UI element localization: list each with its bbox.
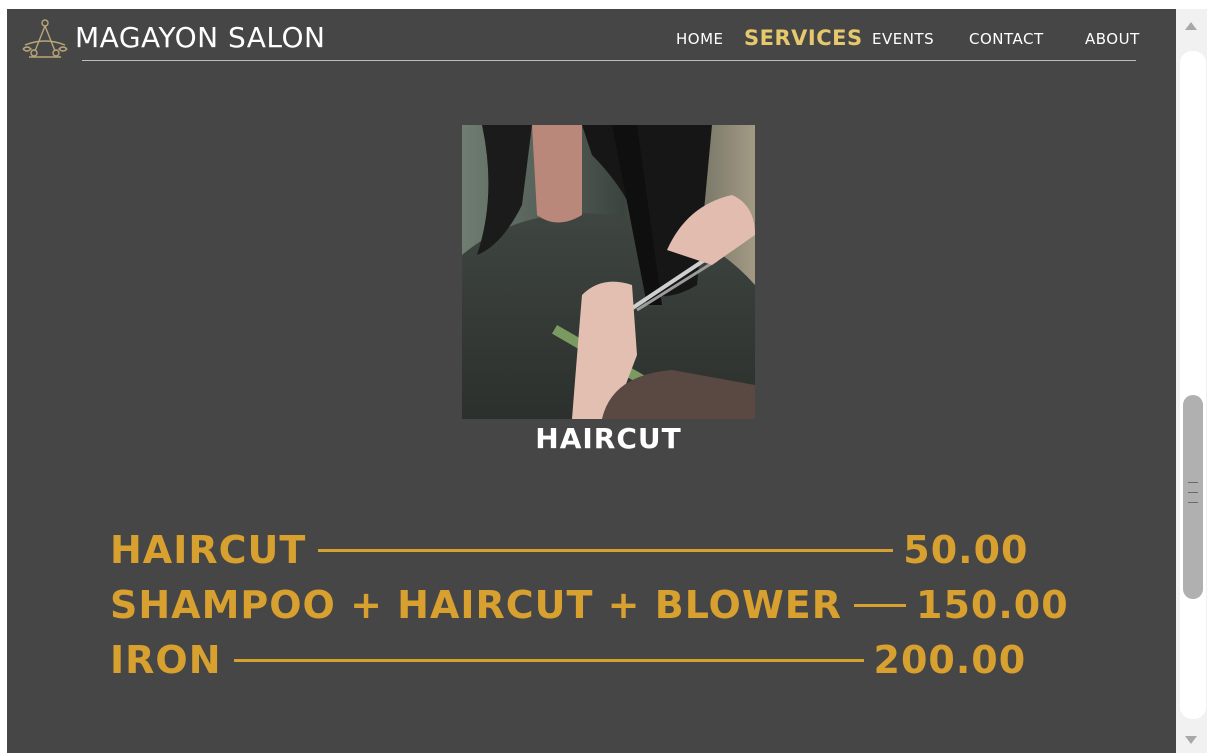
- price-row-iron: IRON 200.00: [110, 633, 1069, 688]
- scroll-down-arrow-icon[interactable]: [1185, 736, 1197, 744]
- grip-line: [1188, 482, 1198, 483]
- price-list: HAIRCUT 50.00 SHAMPOO + HAIRCUT + BLOWER 1…: [110, 523, 1069, 688]
- vertical-scrollbar[interactable]: [1176, 9, 1207, 753]
- haircut-photo: [462, 125, 755, 419]
- service-price: 200.00: [873, 638, 1027, 682]
- scroll-up-arrow-icon[interactable]: [1185, 22, 1197, 30]
- price-row-shampoo-haircut-blower: SHAMPOO + HAIRCUT + BLOWER 150.00: [110, 578, 1069, 633]
- price-leader-line: [233, 659, 864, 662]
- browser-viewport: MAGAYON SALON HOME SERVICES EVENTS CONTA…: [0, 0, 1207, 753]
- service-name: IRON: [110, 638, 222, 682]
- price-leader-line: [854, 604, 906, 607]
- service-name: SHAMPOO + HAIRCUT + BLOWER: [110, 583, 842, 627]
- service-name: HAIRCUT: [110, 528, 307, 572]
- scroll-track[interactable]: [1180, 51, 1206, 719]
- nav-about[interactable]: ABOUT: [1085, 30, 1140, 48]
- grip-line: [1188, 502, 1198, 503]
- salon-site: MAGAYON SALON HOME SERVICES EVENTS CONTA…: [7, 9, 1176, 753]
- site-brand[interactable]: MAGAYON SALON: [75, 21, 326, 54]
- price-row-haircut: HAIRCUT 50.00: [110, 523, 1069, 578]
- service-price: 50.00: [903, 528, 1029, 572]
- photo-caption: HAIRCUT: [535, 422, 682, 455]
- nav-home[interactable]: HOME: [676, 30, 724, 48]
- service-price: 150.00: [916, 583, 1069, 627]
- nav-contact[interactable]: CONTACT: [969, 30, 1044, 48]
- header-divider: [82, 60, 1136, 61]
- price-leader-line: [318, 549, 894, 552]
- scissors-crest-icon[interactable]: [21, 15, 69, 61]
- nav-services[interactable]: SERVICES: [744, 26, 863, 50]
- grip-line: [1188, 492, 1198, 493]
- nav-events[interactable]: EVENTS: [872, 30, 934, 48]
- scroll-thumb[interactable]: [1183, 395, 1203, 599]
